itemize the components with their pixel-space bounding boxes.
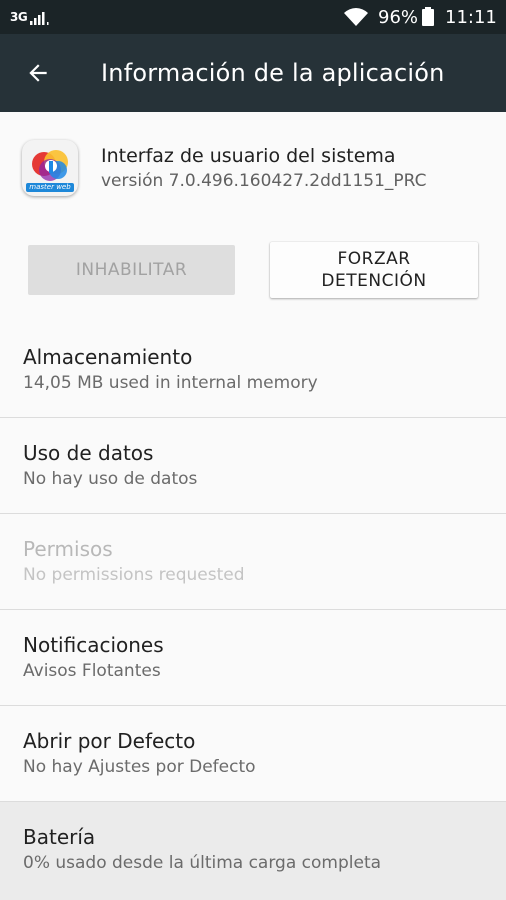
- permissions-item: Permisos No permissions requested: [0, 513, 506, 609]
- network-type: 3G: [10, 10, 28, 24]
- battery-item[interactable]: Batería 0% usado desde la última carga c…: [0, 801, 506, 900]
- app-bar: Información de la aplicación: [0, 34, 506, 112]
- signal-icon: [30, 10, 50, 29]
- status-bar: 3G 96% 11:11: [0, 0, 506, 34]
- disable-button[interactable]: INHABILITAR: [28, 245, 235, 295]
- item-subtitle: 0% usado desde la última carga completa: [23, 853, 382, 873]
- back-button[interactable]: [14, 51, 62, 95]
- wifi-icon: [343, 6, 369, 32]
- item-title: Almacenamiento: [23, 345, 193, 369]
- open-by-default-item[interactable]: Abrir por Defecto No hay Ajustes por Def…: [0, 705, 506, 801]
- app-name: Interfaz de usuario del sistema: [101, 145, 396, 167]
- battery-percent: 96%: [378, 7, 419, 28]
- item-title: Abrir por Defecto: [23, 729, 196, 753]
- item-subtitle: No hay Ajustes por Defecto: [23, 757, 256, 777]
- item-subtitle: No hay uso de datos: [23, 469, 198, 489]
- arrow-back-icon: [29, 64, 47, 82]
- item-title: Permisos: [23, 537, 113, 561]
- storage-item[interactable]: Almacenamiento 14,05 MB used in internal…: [0, 322, 506, 418]
- app-version: versión 7.0.496.160427.2dd1151_PRC: [101, 171, 427, 191]
- item-subtitle: 14,05 MB used in internal memory: [23, 373, 318, 393]
- item-subtitle: Avisos Flotantes: [23, 661, 161, 681]
- page-title: Información de la aplicación: [101, 59, 445, 87]
- app-icon: master web: [22, 140, 78, 196]
- app-header: master web Interfaz de usuario del siste…: [0, 112, 506, 224]
- clock: 11:11: [445, 7, 497, 28]
- item-subtitle: No permissions requested: [23, 565, 245, 585]
- notifications-item[interactable]: Notificaciones Avisos Flotantes: [0, 609, 506, 705]
- battery-icon: [422, 7, 434, 26]
- force-stop-button[interactable]: FORZAR DETENCIÓN: [270, 242, 478, 298]
- item-title: Notificaciones: [23, 633, 164, 657]
- item-title: Batería: [23, 825, 96, 849]
- item-title: Uso de datos: [23, 441, 154, 465]
- app-icon-label: master web: [26, 183, 74, 192]
- data-usage-item[interactable]: Uso de datos No hay uso de datos: [0, 417, 506, 513]
